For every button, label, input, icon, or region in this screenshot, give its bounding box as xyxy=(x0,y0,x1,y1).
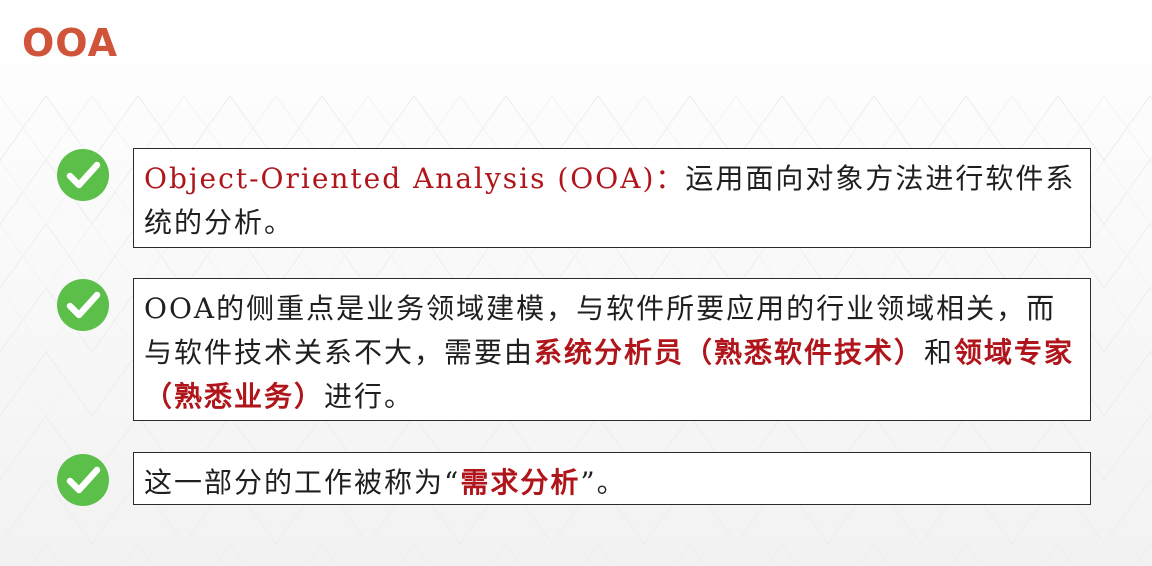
term-ooa: Object-Oriented Analysis (OOA)： xyxy=(144,162,686,195)
check-circle-icon xyxy=(57,279,109,331)
ending-text: 进行。 xyxy=(324,380,415,413)
requirements-end-text: ”。 xyxy=(580,466,627,499)
slide-title: OOA xyxy=(22,21,118,65)
text-box-requirements: 这一部分的工作被称为“需求分析”。 xyxy=(133,452,1091,505)
check-circle-icon xyxy=(57,454,109,506)
text-box-ooa-definition: Object-Oriented Analysis (OOA)：运用面向对象方法进… xyxy=(133,148,1091,248)
text-box-ooa-focus: OOA的侧重点是业务领域建模，与软件所要应用的行业领域相关，而与软件技术关系不大… xyxy=(133,278,1091,421)
highlight-requirements-analysis: 需求分析 xyxy=(460,466,581,499)
check-circle-icon xyxy=(57,149,109,201)
connector-text: 和 xyxy=(924,336,955,369)
highlight-system-analyst: 系统分析员（熟悉软件技术） xyxy=(534,336,925,369)
requirements-lead-text: 这一部分的工作被称为“ xyxy=(144,466,461,499)
